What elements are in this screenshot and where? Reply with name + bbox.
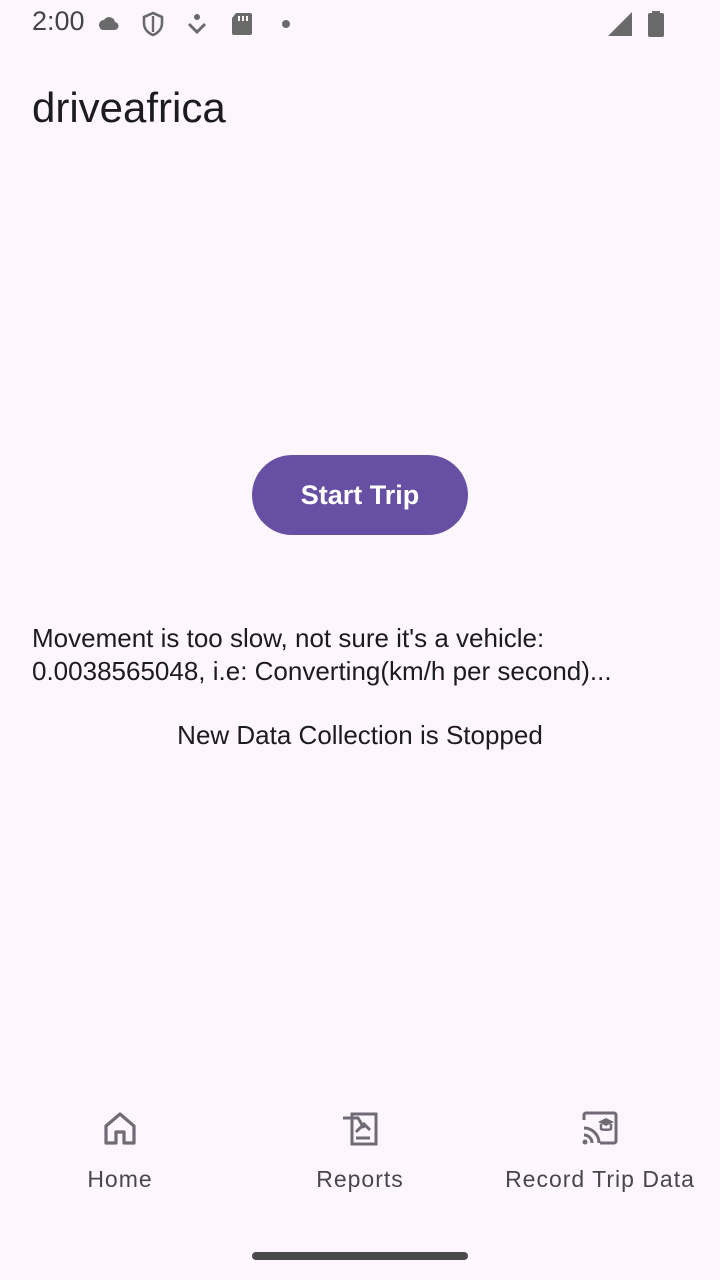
sd-card-icon	[232, 13, 252, 35]
signal-icon	[608, 12, 632, 36]
status-bar: 2:00	[0, 0, 720, 48]
bottom-navigation: Home Reports Record Trip Data	[0, 1090, 720, 1220]
nav-item-reports[interactable]: Reports	[240, 1090, 480, 1220]
nav-label-record-trip-data: Record Trip Data	[505, 1166, 695, 1192]
weather-icon	[99, 17, 119, 31]
data-collection-status: New Data Collection is Stopped	[177, 720, 543, 750]
reports-icon	[343, 1112, 378, 1146]
shield-icon	[142, 11, 164, 37]
dot-icon	[282, 20, 290, 28]
home-indicator[interactable]	[252, 1252, 468, 1260]
app-title: driveafrica	[32, 84, 226, 131]
nav-label-reports: Reports	[316, 1166, 404, 1192]
nav-item-record-trip-data[interactable]: Record Trip Data	[480, 1090, 720, 1220]
download-icon	[187, 14, 207, 35]
nav-item-home[interactable]: Home	[0, 1090, 240, 1220]
battery-icon	[648, 11, 664, 37]
cast-icon	[582, 1111, 618, 1145]
start-trip-button[interactable]: Start Trip	[252, 455, 468, 535]
status-time: 2:00	[32, 6, 85, 36]
nav-label-home: Home	[87, 1166, 153, 1192]
movement-status-message: Movement is too slow, not sure it's a ve…	[32, 623, 612, 686]
home-icon	[104, 1112, 136, 1145]
